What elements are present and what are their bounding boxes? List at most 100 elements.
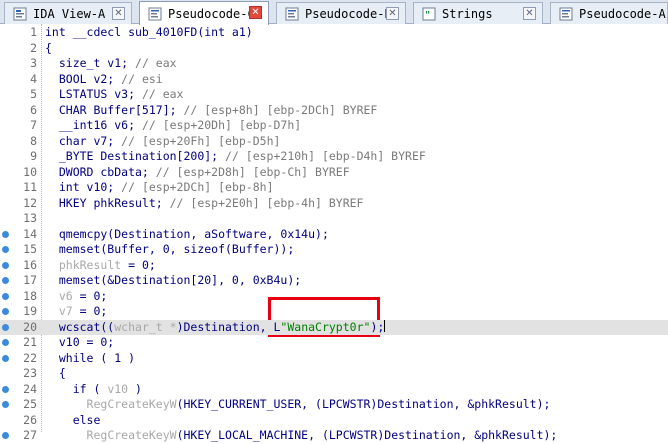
line-number: 17 — [23, 273, 37, 287]
code-comment: // [esp+20Dh] [ebp-D7h] — [141, 118, 302, 132]
code-line[interactable]: 3 size_t v1; // eax — [0, 56, 668, 72]
line-number: 16 — [23, 257, 37, 272]
code-line[interactable]: 27 RegCreateKeyW(HKEY_LOCAL_MACHINE, (LP… — [0, 428, 668, 444]
code-token: memset(Buffer, 0, sizeof(Buffer)); — [45, 242, 295, 256]
code-line[interactable]: 23 { — [0, 366, 668, 382]
code-line[interactable]: 26 else — [0, 413, 668, 429]
code-line[interactable]: 19 v7 = 0; — [0, 304, 668, 320]
code-token: if ( — [45, 381, 108, 396]
close-tab-icon[interactable]: ✕ — [112, 7, 125, 20]
breakpoint-marker-icon[interactable] — [2, 385, 9, 393]
code-text: v7 = 0; — [45, 304, 107, 320]
breakpoint-marker-icon[interactable] — [2, 432, 9, 439]
code-line[interactable]: 20 wcscat((wchar_t *)Destination, L"Wana… — [0, 319, 668, 335]
code-line[interactable]: 11 int v10; // [esp+2DCh] [ebp-8h] — [0, 180, 668, 196]
code-line[interactable]: 4 BOOL v2; // esi — [0, 72, 668, 88]
breakpoint-marker-icon[interactable] — [2, 277, 9, 284]
code-token: wchar_t * — [114, 319, 177, 334]
code-comment: // eax — [135, 56, 177, 70]
code-comment: // [esp+8h] [ebp-2DCh] BYREF — [183, 102, 378, 117]
line-number: 19 — [23, 304, 37, 318]
code-line[interactable]: 8 char v7; // [esp+20Fh] [ebp-D5h] — [0, 134, 668, 150]
line-number: 23 — [23, 366, 37, 380]
code-line[interactable]: 22 while ( 1 ) — [0, 351, 668, 367]
line-number: 21 — [23, 335, 37, 349]
breakpoint-marker-icon[interactable] — [2, 246, 9, 253]
breakpoint-marker-icon[interactable] — [2, 339, 9, 346]
code-text: RegCreateKeyW(HKEY_LOCAL_MACHINE, (LPCWS… — [45, 428, 558, 444]
code-line[interactable]: 9 _BYTE Destination[200]; // [esp+210h] … — [0, 149, 668, 165]
close-tab-icon[interactable]: ✕ — [249, 6, 262, 19]
code-line[interactable]: 18 v6 = 0; — [0, 289, 668, 305]
code-line[interactable]: 5 LSTATUS v3; // eax — [0, 87, 668, 103]
code-text: int v10; // [esp+2DCh] [ebp-8h] — [45, 180, 274, 196]
code-token: v7 — [58, 304, 73, 318]
code-text: else — [45, 412, 101, 429]
tab-ida-view-a[interactable]: IDA View-A ✕ — [4, 2, 132, 24]
close-tab-icon[interactable]: ✕ — [523, 7, 536, 20]
tab-label: Pseudocode-B — [305, 6, 392, 21]
code-line[interactable]: 12 HKEY phkResult; // [esp+2E0h] [ebp-4h… — [0, 196, 668, 212]
code-token: ); — [370, 319, 385, 334]
code-token: __int16 v6; — [45, 118, 142, 132]
code-line[interactable]: 25 RegCreateKeyW(HKEY_CURRENT_USER, (LPC… — [0, 397, 668, 413]
breakpoint-marker-icon[interactable] — [2, 308, 9, 315]
code-text: HKEY phkResult; // [esp+2E0h] [ebp-4h] B… — [45, 196, 364, 212]
code-token: char v7; — [45, 133, 122, 148]
line-number: 4 — [30, 71, 37, 86]
code-text: memset(&Destination[20], 0, 0xB4u); — [45, 273, 301, 289]
code-comment: // [esp+20Fh] [ebp-D5h] — [121, 133, 281, 148]
breakpoint-marker-icon[interactable] — [2, 323, 9, 331]
breakpoint-marker-icon[interactable] — [2, 354, 9, 362]
code-line[interactable]: 17 memset(&Destination[20], 0, 0xB4u); — [0, 273, 668, 289]
breakpoint-marker-icon[interactable] — [2, 401, 9, 408]
code-text: phkResult = 0; — [45, 258, 156, 274]
code-text: DWORD cbData; // [esp+2D8h] [ebp-Ch] BYR… — [45, 165, 350, 181]
tab-label: IDA View-A — [33, 6, 106, 21]
tab-pseudocode-b[interactable]: Pseudocode-B ✕ — [276, 2, 406, 24]
line-number: 22 — [23, 350, 37, 365]
tab-pseudocode-a[interactable]: Pseudocode-A — [550, 2, 668, 24]
code-text: size_t v1; // eax — [45, 56, 177, 72]
line-number: 10 — [23, 164, 37, 179]
code-token: phkResult — [58, 257, 122, 272]
code-line[interactable]: 14 qmemcpy(Destination, aSoftware, 0x14u… — [0, 227, 668, 243]
code-line[interactable]: 21 v10 = 0; — [0, 335, 668, 351]
line-number: 14 — [23, 226, 37, 241]
string-literal: "WanaCrypt0r" — [280, 319, 371, 334]
code-text: __int16 v6; // [esp+20Dh] [ebp-D7h] — [45, 118, 301, 134]
code-text: while ( 1 ) — [45, 351, 135, 367]
tab-label: Pseudocode-A — [579, 6, 666, 21]
line-number: 7 — [30, 118, 37, 132]
pseudocode-view[interactable]: 1 int __cdecl sub_4010FD(int a1) 2{3 size_… — [0, 24, 668, 442]
code-comment: // [esp+2D8h] [ebp-Ch] BYREF — [155, 164, 350, 179]
code-token: BOOL v2; — [45, 71, 122, 86]
code-line[interactable]: 1 int __cdecl sub_4010FD(int a1) — [0, 25, 668, 41]
breakpoint-marker-icon[interactable] — [2, 230, 9, 238]
code-token: v10 = 0; — [45, 335, 115, 349]
code-line[interactable]: 6 CHAR Buffer[517]; // [esp+8h] [ebp-2DC… — [0, 103, 668, 119]
code-text: int __cdecl sub_4010FD(int a1) — [45, 25, 253, 41]
breakpoint-marker-icon[interactable] — [2, 261, 9, 269]
tab-strings[interactable]: " Strings ✕ — [413, 2, 543, 24]
code-line[interactable]: 13 — [0, 211, 668, 227]
tab-pseudocode-c[interactable]: Pseudocode-C ✕ — [139, 1, 269, 25]
code-line[interactable]: 16 phkResult = 0; — [0, 258, 668, 274]
code-line[interactable]: 7 __int16 v6; // [esp+20Dh] [ebp-D7h] — [0, 118, 668, 134]
code-token: else — [45, 412, 101, 427]
code-line[interactable]: 10 DWORD cbData; // [esp+2D8h] [ebp-Ch] … — [0, 165, 668, 181]
code-token: wcscat(( — [45, 319, 115, 334]
code-line[interactable]: 24 if ( v10 ) — [0, 382, 668, 398]
strings-icon: " — [422, 7, 436, 21]
pseudocode-icon — [148, 7, 162, 21]
code-text: RegCreateKeyW(HKEY_CURRENT_USER, (LPCWST… — [45, 397, 551, 413]
tab-label: Pseudocode-C — [168, 6, 255, 21]
code-token: v6 — [58, 288, 73, 303]
code-line[interactable]: 2{ — [0, 41, 668, 57]
breakpoint-marker-icon[interactable] — [2, 292, 9, 300]
close-tab-icon[interactable]: ✕ — [386, 7, 399, 20]
code-line[interactable]: 15 memset(Buffer, 0, sizeof(Buffer)); — [0, 242, 668, 258]
